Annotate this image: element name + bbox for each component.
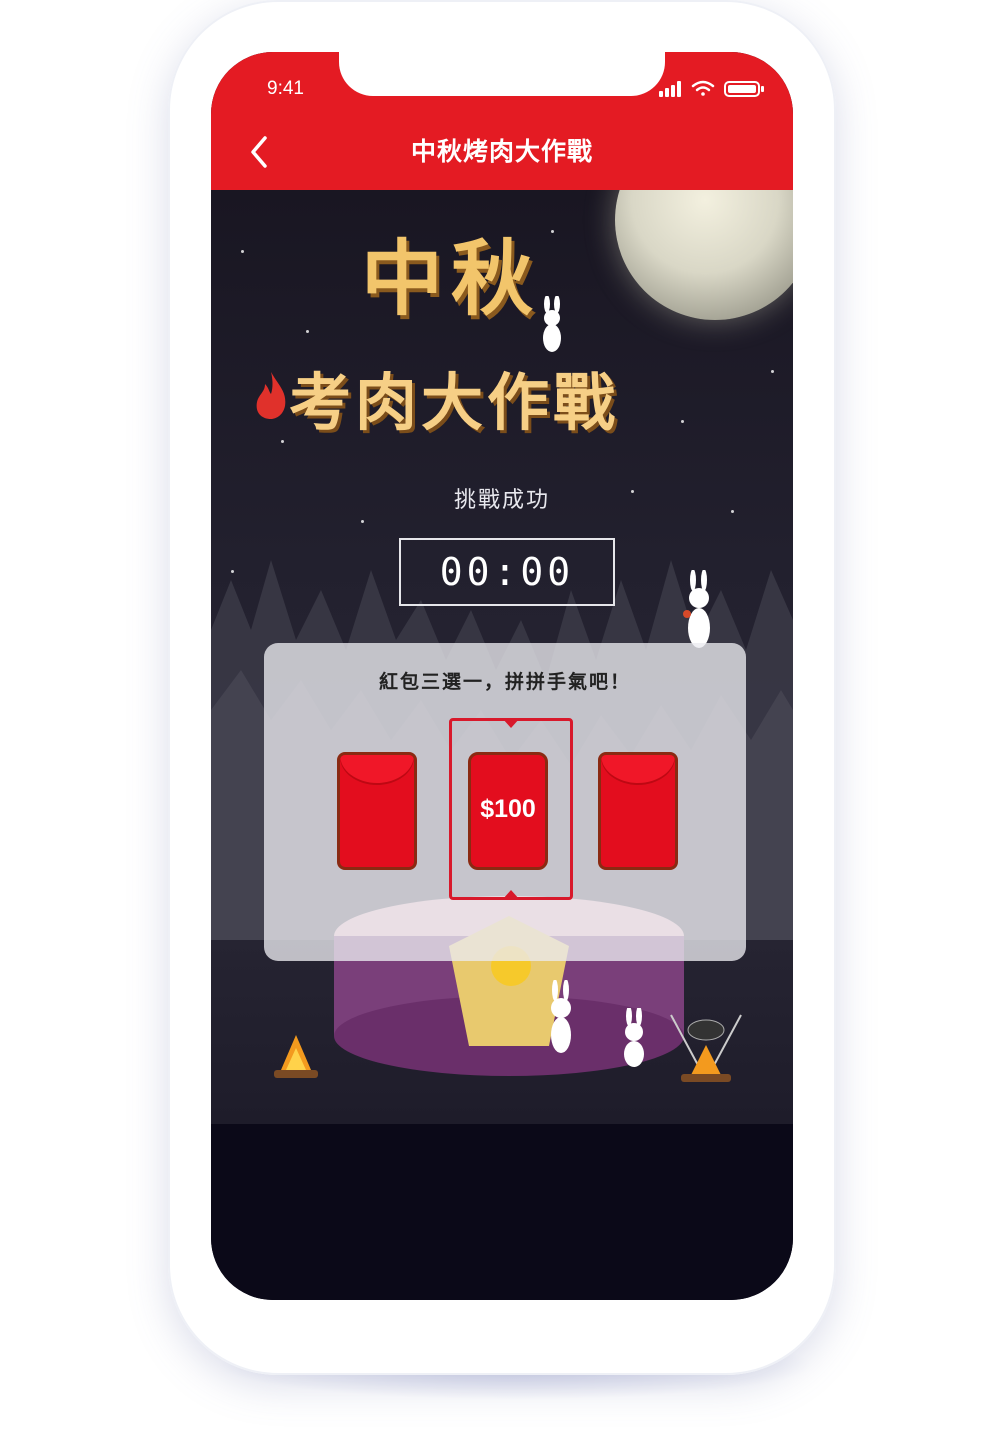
cooking-pot-icon: [670, 1014, 742, 1082]
page-title: 中秋烤肉大作戰: [410, 137, 593, 166]
countdown-timer: 00:00: [399, 538, 615, 606]
panel-title: 紅包三選一，拼拼手氣吧！: [378, 671, 631, 693]
red-envelope-3[interactable]: [598, 752, 678, 870]
full-moon: [615, 190, 793, 320]
status-icons: [659, 78, 769, 98]
envelope-amount: $100: [480, 795, 536, 823]
signal-icon: [659, 81, 681, 97]
red-envelope-panel: 紅包三選一，拼拼手氣吧！ $100: [264, 643, 746, 961]
flame-icon: [256, 372, 286, 419]
frame-notch-top: [502, 718, 520, 728]
campfire-icon: [274, 1035, 318, 1078]
red-envelope-2[interactable]: $100: [468, 752, 548, 870]
red-envelope-1[interactable]: [337, 752, 417, 870]
frame-notch-bottom: [502, 890, 520, 900]
wifi-icon: [691, 80, 715, 96]
envelope-flap: [601, 755, 675, 783]
battery-icon: [724, 81, 764, 97]
game-subtitle: 考肉大作戰: [289, 366, 620, 439]
phone-notch: [339, 52, 665, 96]
bottom-area: [211, 1124, 793, 1300]
envelope-flap: [340, 755, 414, 783]
app-header: 9:41 中秋烤肉大作戰: [211, 52, 793, 190]
status-time: 9:41: [267, 78, 304, 99]
bunny-icon: [551, 980, 571, 1053]
game-title: 中秋: [361, 231, 542, 327]
challenge-status: 挑戰成功: [453, 488, 550, 513]
app-screen: 9:41 中秋烤肉大作戰 中秋 考肉大作戰 挑戰成功 00:00 紅包三選一，拼…: [211, 52, 793, 1300]
bunny-icon: [624, 1008, 644, 1067]
game-scene: 中秋 考肉大作戰 挑戰成功 00:00 紅包三選一，拼拼手氣吧！ $100: [211, 190, 793, 1124]
